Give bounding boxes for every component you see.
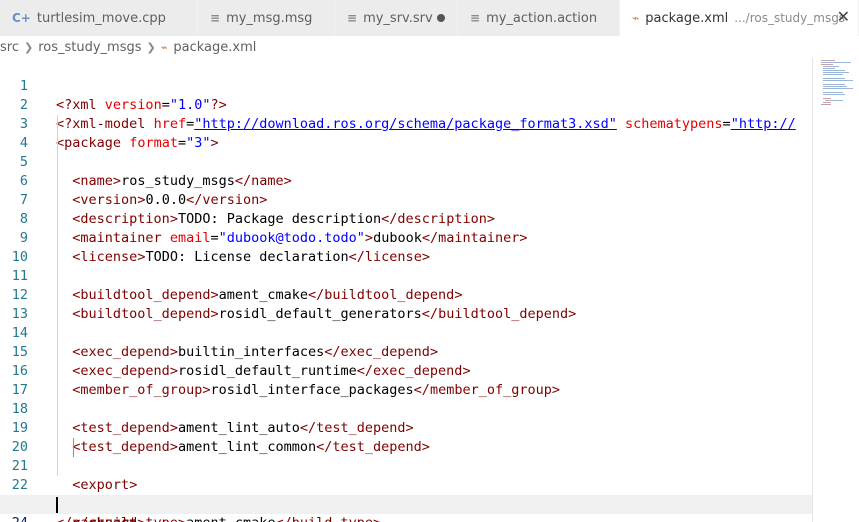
- line-code: </package>: [56, 514, 137, 522]
- tab-description: .../ros_study_msgs: [734, 11, 846, 25]
- code-line: 19: [0, 400, 812, 436]
- code-line: 6 <description>TODO: Package description…: [0, 153, 812, 227]
- text-file-icon: ≡: [210, 11, 221, 25]
- code-line: 22 </export>: [0, 457, 812, 522]
- code-line: 11 <buildtool_depend>rosidl_default_gene…: [0, 248, 812, 322]
- unsaved-dot-icon[interactable]: [437, 14, 445, 22]
- chevron-right-icon: ❯: [23, 40, 34, 54]
- cpp-file-icon: C+: [12, 11, 31, 25]
- editor-tab-bar: C+ turtlesim_move.cpp ≡ my_msg.msg ≡ my_…: [0, 0, 859, 36]
- xml-rss-icon: ⌁: [160, 40, 168, 54]
- code-line: 16: [0, 343, 812, 379]
- code-line: 4 <name>ros_study_msgs</name>: [0, 115, 812, 189]
- code-line: 17 <test_depend>ament_lint_auto</test_de…: [0, 362, 812, 436]
- close-icon[interactable]: ✕: [837, 9, 850, 25]
- code-line: 21 <build_type>ament_cmake</build_type>: [0, 438, 812, 522]
- chevron-right-icon: ❯: [146, 40, 156, 54]
- code-line: 8 <license>TODO: License declaration</li…: [0, 191, 812, 265]
- tab-my-msg[interactable]: ≡ my_msg.msg: [198, 0, 335, 36]
- breadcrumb-item-src[interactable]: src: [0, 40, 19, 55]
- code-line: 13 <exec_depend>builtin_interfaces</exec…: [0, 286, 812, 360]
- code-line: 1 <?xml version="1.0"?>: [0, 58, 812, 113]
- code-line: 18 <test_depend>ament_lint_common</test_…: [0, 381, 812, 455]
- code-line: 20 <export>: [0, 419, 812, 493]
- tab-turtlesim-move-cpp[interactable]: C+ turtlesim_move.cpp: [0, 0, 198, 36]
- code-line: 15 <member_of_group>rosidl_interface_pac…: [0, 324, 812, 398]
- breadcrumb-item-folder[interactable]: ros_study_msgs: [38, 40, 141, 55]
- code-line: 2 <?xml-model href="http://download.ros.…: [0, 77, 812, 132]
- tab-label: my_msg.msg: [226, 10, 313, 26]
- code-line: 5 <version>0.0.0</version>: [0, 134, 812, 208]
- tab-package-xml[interactable]: ⌁ package.xml .../ros_study_msgs ✕: [620, 0, 859, 36]
- breadcrumb-item-file[interactable]: package.xml: [173, 40, 256, 55]
- code-editor[interactable]: 1 <?xml version="1.0"?> 2 <?xml-model hr…: [0, 58, 812, 522]
- tab-label: turtlesim_move.cpp: [36, 10, 166, 26]
- code-line: 10 <buildtool_depend>ament_cmake</buildt…: [0, 229, 812, 303]
- line-number: 24: [0, 514, 28, 522]
- text-file-icon: ≡: [470, 11, 481, 25]
- current-line: 24: [0, 495, 812, 522]
- tab-label: my_action.action: [486, 10, 598, 26]
- code-line: 9: [0, 210, 812, 246]
- tab-my-action[interactable]: ≡ my_action.action: [458, 0, 620, 36]
- tab-label: my_srv.srv: [363, 10, 433, 26]
- xml-rss-icon: ⌁: [632, 11, 640, 25]
- text-file-icon: ≡: [347, 11, 358, 25]
- tab-my-srv[interactable]: ≡ my_srv.srv: [335, 0, 458, 36]
- code-line: 12: [0, 267, 812, 303]
- code-line: 3 <package format="3">: [0, 96, 812, 151]
- code-line: 7 <maintainer email="dubook@todo.todo">d…: [0, 172, 812, 246]
- breadcrumb: src ❯ ros_study_msgs ❯ ⌁ package.xml: [0, 36, 859, 58]
- minimap[interactable]: [812, 58, 859, 522]
- code-line: 14 <exec_depend>rosidl_default_runtime</…: [0, 305, 812, 379]
- tab-label: package.xml: [645, 10, 729, 26]
- code-line: 23 </package>: [0, 476, 812, 522]
- text-cursor: [56, 497, 58, 513]
